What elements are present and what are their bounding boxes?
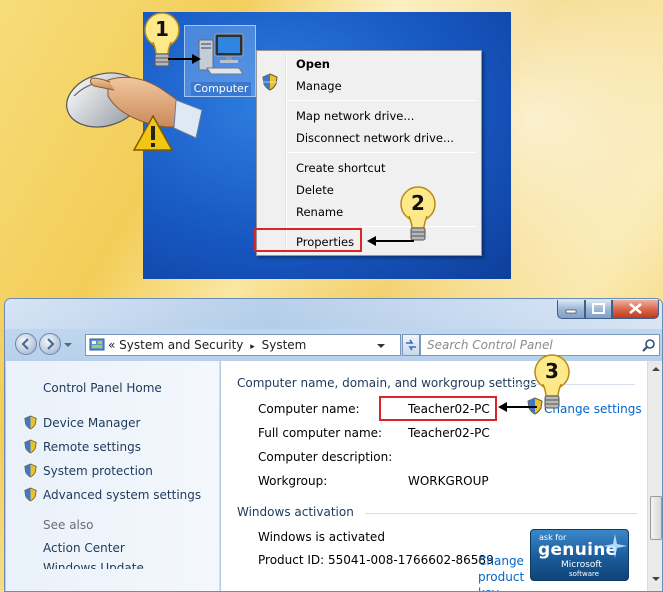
control-panel-icon	[89, 338, 105, 351]
computer-name-highlight-box	[379, 396, 497, 421]
activation-status: Windows is activated	[258, 530, 385, 544]
sidebar-control-panel-home[interactable]: Control Panel Home	[43, 381, 162, 395]
breadcrumb-overflow[interactable]: «	[108, 338, 115, 352]
scrollbar-thumb[interactable]	[650, 496, 662, 540]
workgroup-value: WORKGROUP	[408, 474, 489, 488]
menu-separator	[287, 152, 477, 153]
maximize-icon	[592, 303, 605, 314]
menu-item-open[interactable]: Open	[284, 54, 330, 74]
sidebar-see-also-title: See also	[43, 518, 94, 532]
sidebar-advanced-system-settings[interactable]: Advanced system settings	[43, 488, 201, 502]
menu-item-manage[interactable]: Manage	[284, 76, 342, 96]
sidebar-system-protection[interactable]: System protection	[43, 464, 153, 478]
breadcrumb-system-and-security[interactable]: System and Security	[119, 338, 243, 352]
callout-number: 2	[411, 191, 425, 215]
menu-separator	[287, 100, 477, 101]
sparkle-star-icon	[603, 534, 627, 558]
change-product-key-link-line3[interactable]: key	[478, 586, 499, 591]
workgroup-label: Workgroup:	[258, 474, 328, 488]
search-icon[interactable]	[642, 338, 656, 352]
back-arrow-icon	[21, 338, 29, 350]
arrow-icon	[367, 236, 414, 246]
product-id: Product ID: 55041-008-1766602-86589	[258, 553, 494, 567]
arrow-icon	[168, 54, 201, 64]
scroll-up-icon[interactable]	[651, 365, 661, 373]
forward-arrow-icon	[47, 338, 55, 350]
computer-description-label: Computer description:	[258, 450, 393, 464]
computer-name-label: Computer name:	[258, 402, 360, 416]
close-icon	[629, 302, 642, 315]
address-bar[interactable]: « System and Security ▸ System	[85, 334, 401, 356]
maximize-button[interactable]	[585, 300, 612, 319]
breadcrumb-system[interactable]: System	[262, 338, 307, 352]
change-product-key-link-line2[interactable]: product	[478, 570, 524, 584]
address-dropdown-icon[interactable]	[376, 341, 386, 351]
sidebar-windows-update[interactable]: Windows Update	[43, 561, 144, 569]
forward-button[interactable]	[39, 333, 61, 355]
vertical-scrollbar[interactable]	[647, 361, 662, 591]
admin-shield-icon	[24, 463, 37, 478]
badge-microsoft: Microsoft	[561, 560, 602, 570]
sidebar-action-center[interactable]: Action Center	[43, 541, 125, 555]
admin-shield-icon	[262, 73, 278, 91]
refresh-icon	[406, 339, 416, 351]
callout-number: 1	[155, 17, 169, 41]
callout-number: 3	[545, 359, 559, 383]
computer-name-section-title: Computer name, domain, and workgroup set…	[237, 376, 537, 390]
back-button[interactable]	[15, 333, 37, 355]
menu-item-disconnect-network-drive[interactable]: Disconnect network drive...	[284, 128, 454, 148]
genuine-microsoft-badge[interactable]: ask for genuine Microsoft software	[530, 529, 629, 581]
change-product-key-link-line1[interactable]: Change	[478, 554, 524, 568]
minimize-button[interactable]	[557, 300, 585, 319]
admin-shield-icon	[24, 487, 37, 502]
scroll-down-icon[interactable]	[651, 575, 661, 583]
sidebar-remote-settings[interactable]: Remote settings	[43, 440, 141, 454]
windows-activation-section-title: Windows activation	[237, 505, 354, 519]
badge-software: software	[569, 570, 600, 578]
close-button[interactable]	[612, 300, 659, 319]
warning-icon	[132, 114, 174, 151]
sidebar-device-manager[interactable]: Device Manager	[43, 416, 140, 430]
section-divider	[365, 513, 637, 514]
context-menu: Open Manage Map network drive... Disconn…	[256, 50, 482, 256]
menu-item-create-shortcut[interactable]: Create shortcut	[284, 158, 386, 178]
task-sidebar: Control Panel Home Device Manager Remote…	[6, 361, 220, 591]
admin-shield-icon	[24, 415, 37, 430]
refresh-button[interactable]	[402, 334, 420, 356]
menu-separator	[287, 226, 477, 227]
menu-item-delete[interactable]: Delete	[284, 180, 334, 200]
arrow-icon	[498, 402, 537, 412]
minimize-icon	[565, 309, 577, 314]
admin-shield-icon	[24, 439, 37, 454]
breadcrumb-separator[interactable]: ▸	[250, 342, 255, 352]
recent-pages-dropdown-icon[interactable]	[63, 340, 73, 350]
properties-highlight-box	[254, 228, 362, 252]
full-computer-name-label: Full computer name:	[258, 426, 383, 440]
breadcrumb: « System and Security ▸ System	[108, 335, 306, 357]
menu-item-rename[interactable]: Rename	[284, 202, 343, 222]
full-computer-name-value: Teacher02-PC	[408, 426, 490, 440]
menu-item-map-network-drive[interactable]: Map network drive...	[284, 106, 414, 126]
